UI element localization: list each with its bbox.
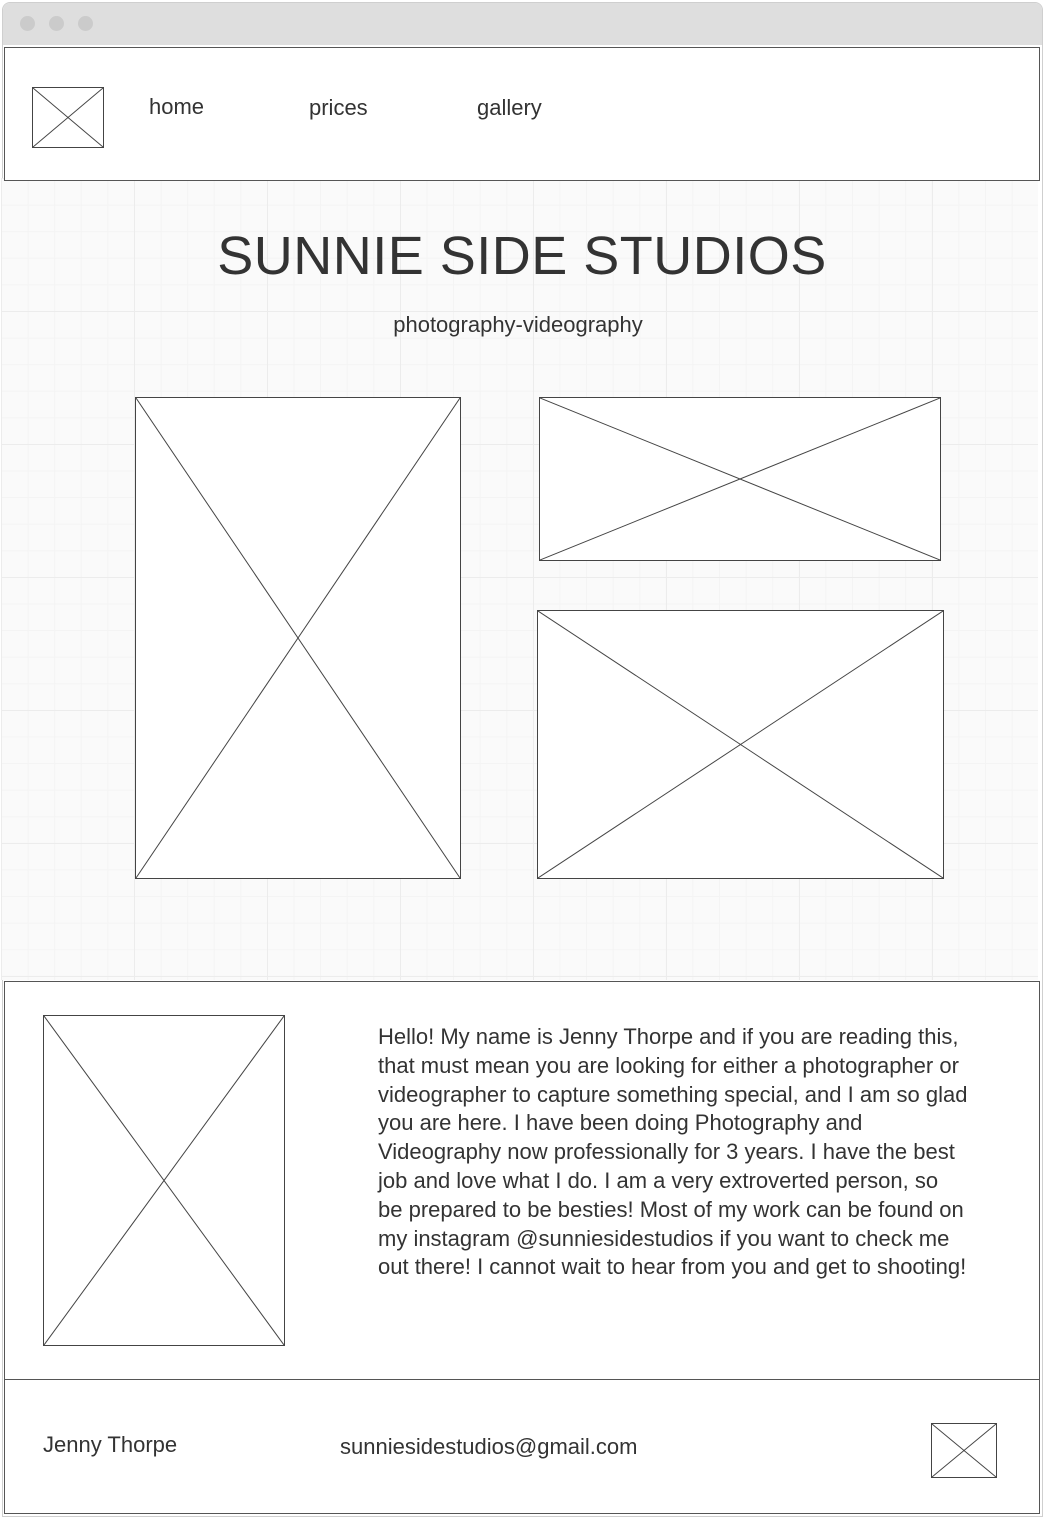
logo-image-placeholder-icon[interactable] [32, 87, 104, 148]
nav-home-link[interactable]: home [149, 93, 204, 121]
footer-email-link[interactable]: sunniesidestudios@gmail.com [340, 1433, 637, 1461]
hero-image-placeholder-icon [135, 397, 461, 879]
footer-name: Jenny Thorpe [43, 1432, 178, 1457]
window-maximize-dot[interactable] [78, 16, 93, 31]
about-image-placeholder-icon [43, 1015, 285, 1346]
window-close-dot[interactable] [20, 16, 35, 31]
hero-image-placeholder-icon [539, 397, 941, 561]
site-subtitle: photography-videography [393, 312, 643, 337]
window-minimize-dot[interactable] [49, 16, 64, 31]
window-titlebar [3, 3, 1042, 45]
hero-image-placeholder-icon [537, 610, 944, 879]
about-bio-text: Hello! My name is Jenny Thorpe and if yo… [378, 1024, 968, 1280]
site-title: SUNNIE SIDE STUDIOS [217, 226, 827, 286]
footer-image-placeholder-icon[interactable] [931, 1423, 997, 1478]
nav-prices-link[interactable]: prices [309, 94, 368, 122]
nav-gallery-link[interactable]: gallery [477, 94, 542, 122]
